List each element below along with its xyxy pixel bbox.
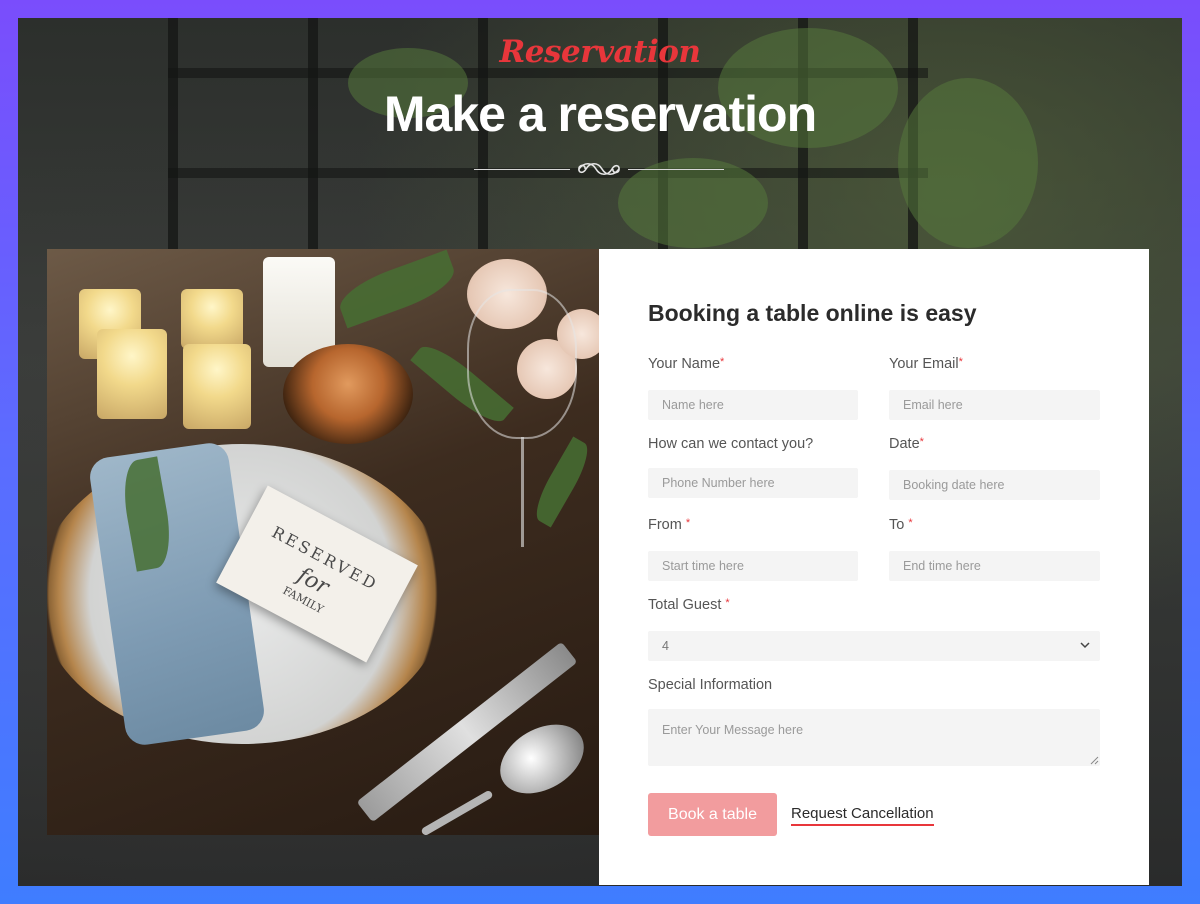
guest-select-value: 4 xyxy=(662,639,669,653)
book-table-button[interactable]: Book a table xyxy=(648,793,777,836)
form-title: Booking a table online is easy xyxy=(648,300,977,326)
contact-label: How can we contact you? xyxy=(648,436,814,452)
guest-label: Total Guest * xyxy=(648,597,730,613)
to-label: To * xyxy=(889,517,913,533)
section-subtitle: Reservation xyxy=(499,34,701,70)
date-input[interactable] xyxy=(889,470,1100,500)
email-input[interactable] xyxy=(889,390,1100,420)
name-input[interactable] xyxy=(648,390,858,420)
start-time-input[interactable] xyxy=(648,551,858,581)
booking-form: Booking a table online is easy Your Name… xyxy=(599,249,1149,885)
from-label: From * xyxy=(648,517,691,533)
request-cancellation-link[interactable]: Request Cancellation xyxy=(791,805,934,826)
name-label: Your Name* xyxy=(648,356,725,372)
message-textarea[interactable] xyxy=(648,709,1100,766)
chevron-down-icon xyxy=(1080,631,1090,673)
reservation-section: Reservation Make a reservation RESERVED … xyxy=(18,18,1182,886)
page-title: Make a reservation xyxy=(383,86,817,142)
guest-select[interactable]: 4 xyxy=(648,631,1100,661)
phone-input[interactable] xyxy=(648,468,858,498)
table-setting-photo: RESERVED for FAMILY xyxy=(47,249,599,835)
title-divider xyxy=(474,161,724,177)
ornament-swirl-icon xyxy=(578,162,620,176)
date-label: Date* xyxy=(889,436,924,452)
email-label: Your Email* xyxy=(889,356,963,372)
special-label: Special Information xyxy=(648,677,773,693)
end-time-input[interactable] xyxy=(889,551,1100,581)
resize-handle-icon[interactable] xyxy=(1090,756,1099,765)
